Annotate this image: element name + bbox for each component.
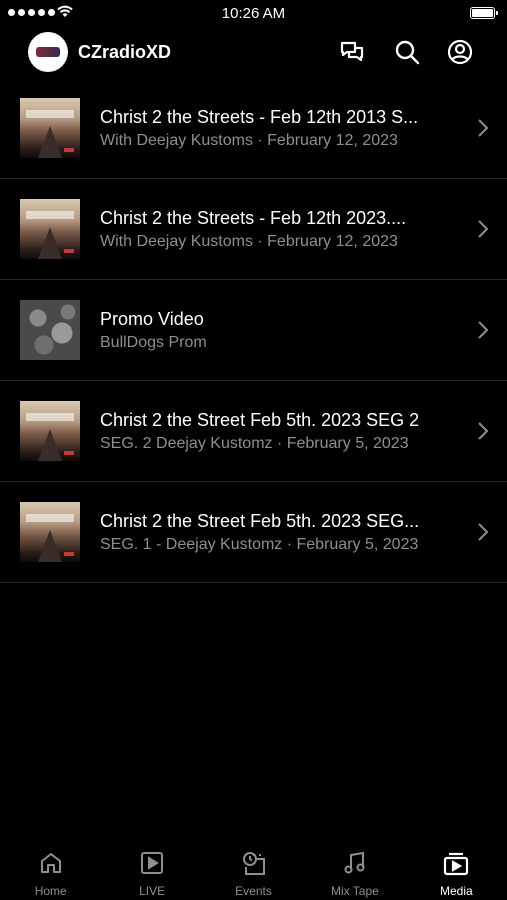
home-icon bbox=[40, 853, 61, 873]
item-subtitle: SEG. 2 Deejay Kustomz · February 5, 2023 bbox=[100, 435, 409, 452]
chat-icon[interactable] bbox=[338, 38, 366, 66]
tab-label: Home bbox=[34, 884, 67, 898]
item-subtitle: SEG. 1 - Deejay Kustomz · February 5, 20… bbox=[100, 536, 419, 553]
tab-label: Media bbox=[439, 884, 473, 898]
media-icon bbox=[444, 852, 469, 876]
app-logo[interactable] bbox=[28, 32, 68, 72]
status-bar: 10:26 AM bbox=[0, 0, 507, 28]
list-item[interactable]: Promo Video BullDogs Prom bbox=[0, 280, 507, 381]
tab-home[interactable]: Home bbox=[0, 842, 101, 900]
list-item[interactable]: Christ 2 the Streets - Feb 12th 2013 S..… bbox=[0, 78, 507, 179]
tab-label: Mix Tape bbox=[331, 884, 379, 898]
calendar-clock-icon bbox=[242, 852, 265, 875]
item-subtitle: With Deejay Kustoms · February 12, 2023 bbox=[100, 132, 398, 149]
item-title: Christ 2 the Streets - Feb 12th 2023.... bbox=[100, 208, 407, 228]
list-item[interactable]: Christ 2 the Street Feb 5th. 2023 SEG...… bbox=[0, 482, 507, 583]
tab-label: Events bbox=[235, 884, 272, 898]
music-note-icon bbox=[344, 851, 365, 874]
chevron-right-icon bbox=[478, 321, 489, 339]
thumbnail bbox=[20, 98, 80, 158]
battery-icon bbox=[470, 7, 498, 19]
list-item[interactable]: Christ 2 the Streets - Feb 12th 2023....… bbox=[0, 179, 507, 280]
chevron-right-icon bbox=[478, 119, 489, 137]
search-icon[interactable] bbox=[393, 38, 421, 66]
tab-events[interactable]: Events bbox=[203, 842, 304, 900]
thumbnail bbox=[20, 502, 80, 562]
tab-media[interactable]: Media bbox=[406, 842, 507, 900]
account-icon[interactable] bbox=[446, 38, 474, 66]
thumbnail bbox=[20, 300, 80, 360]
tab-bar: Home LIVE Events Mix Tape Media bbox=[0, 842, 507, 900]
play-icon bbox=[141, 852, 164, 874]
status-time: 10:26 AM bbox=[221, 5, 286, 22]
item-title: Christ 2 the Streets - Feb 12th 2013 S..… bbox=[100, 107, 419, 127]
app-title: CZradioXD bbox=[78, 42, 172, 62]
item-title: Christ 2 the Street Feb 5th. 2023 SEG... bbox=[100, 511, 420, 531]
tab-mix-tape[interactable]: Mix Tape bbox=[304, 842, 405, 900]
tab-label: LIVE bbox=[139, 884, 166, 898]
media-list: Christ 2 the Streets - Feb 12th 2013 S..… bbox=[0, 78, 507, 583]
chevron-right-icon bbox=[478, 220, 489, 238]
app-header: CZradioXD bbox=[0, 28, 507, 80]
thumbnail bbox=[20, 401, 80, 461]
item-title: Promo Video bbox=[100, 309, 204, 329]
tab-live[interactable]: LIVE bbox=[101, 842, 202, 900]
list-item[interactable]: Christ 2 the Street Feb 5th. 2023 SEG 2 … bbox=[0, 381, 507, 482]
thumbnail bbox=[20, 199, 80, 259]
chevron-right-icon bbox=[478, 422, 489, 440]
item-title: Christ 2 the Street Feb 5th. 2023 SEG 2 bbox=[100, 410, 420, 430]
item-subtitle: With Deejay Kustoms · February 12, 2023 bbox=[100, 233, 398, 250]
chevron-right-icon bbox=[478, 523, 489, 541]
item-subtitle: BullDogs Prom bbox=[100, 334, 207, 351]
